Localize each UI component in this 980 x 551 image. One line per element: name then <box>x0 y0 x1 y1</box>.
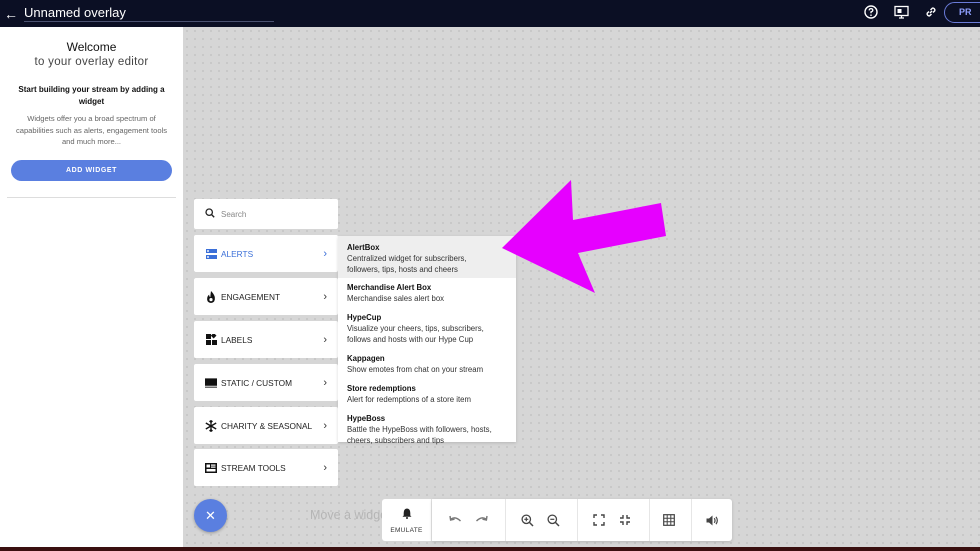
volume-icon[interactable] <box>703 511 721 529</box>
submenu-item-hypeboss[interactable]: HypeBoss Battle the HypeBoss with follow… <box>338 408 516 449</box>
submenu-item-desc: followers, tips, hosts and cheers <box>347 265 458 274</box>
toolbar-separator <box>505 499 506 541</box>
chevron-right-icon: › <box>323 333 327 346</box>
submenu-item-desc: follows and hosts with our Hype Cup <box>347 335 474 344</box>
top-bar: ← Unnamed overlay PR <box>0 0 980 27</box>
submenu-item-alertbox[interactable]: AlertBox Centralized widget for subscrib… <box>338 236 516 278</box>
chevron-right-icon: › <box>323 376 327 389</box>
submenu-item-desc: Centralized widget for subscribers, <box>347 254 467 263</box>
welcome-title: Welcome <box>66 40 117 54</box>
chevron-right-icon: › <box>323 419 327 432</box>
preview-button[interactable]: PR <box>944 2 980 23</box>
fullscreen-icon[interactable] <box>590 511 608 529</box>
left-panel: Welcome to your overlay editor Start bui… <box>0 27 183 547</box>
top-icons <box>862 3 940 21</box>
static-custom-icon <box>205 377 217 389</box>
submenu-item-kappagen[interactable]: Kappagen Show emotes from chat on your s… <box>338 348 516 378</box>
submenu-item-store-redemptions[interactable]: Store redemptions Alert for redemptions … <box>338 378 516 408</box>
category-label: ENGAGEMENT <box>221 291 281 302</box>
submenu-item-merchandise-alert-box[interactable]: Merchandise Alert Box Merchandise sales … <box>338 278 516 307</box>
divider <box>7 196 176 198</box>
link-icon[interactable] <box>922 3 940 21</box>
bottom-toolbar <box>432 499 732 541</box>
submenu-item-desc: Merchandise sales alert box <box>347 294 445 303</box>
start-building-text: Start building your stream by adding a w… <box>18 85 165 106</box>
category-alerts[interactable]: ALERTS › <box>194 235 338 272</box>
submenu-item-title: Store redemptions <box>347 384 416 393</box>
annotation-arrow-icon <box>502 180 666 293</box>
emulate-button[interactable]: EMULATE <box>382 499 432 541</box>
canvas-hint: Move a widget <box>310 508 382 522</box>
submenu-item-desc: cheers, subscribers and tips <box>347 436 445 445</box>
exit-fullscreen-icon[interactable] <box>616 511 634 529</box>
alerts-icon <box>205 248 217 260</box>
widgets-description: Widgets offer you a broad spectrum of ca… <box>15 114 168 146</box>
bottom-strip <box>0 547 980 551</box>
add-widget-button[interactable]: ADD WIDGET <box>11 159 172 181</box>
toolbar-separator <box>577 499 578 541</box>
snowflake-icon <box>205 419 217 432</box>
toolbar-separator <box>691 499 692 541</box>
close-icon: ✕ <box>205 507 216 523</box>
category-label: ALERTS <box>221 248 254 259</box>
submenu-item-title: Kappagen <box>347 354 385 363</box>
chevron-right-icon: › <box>323 290 327 303</box>
category-label: CHARITY & SEASONAL <box>221 420 313 431</box>
category-static-custom[interactable]: STATIC / CUSTOM › <box>194 364 338 401</box>
grid-icon[interactable] <box>660 511 678 529</box>
submenu-item-title: HypeCup <box>347 313 382 322</box>
category-charity-seasonal[interactable]: CHARITY & SEASONAL › <box>194 407 338 444</box>
category-label: STREAM TOOLS <box>221 462 286 473</box>
preview-screen-icon[interactable] <box>892 3 910 21</box>
toolbar-separator <box>649 499 650 541</box>
search-icon <box>205 205 215 223</box>
submenu-item-hypecup[interactable]: HypeCup Visualize your cheers, tips, sub… <box>338 307 516 348</box>
stream-tools-icon <box>205 462 217 474</box>
widget-search[interactable] <box>194 199 338 229</box>
submenu-item-desc: Show emotes from chat on your stream <box>347 365 484 374</box>
welcome-subtitle: to your overlay editor <box>34 56 149 68</box>
category-labels[interactable]: LABELS › <box>194 321 338 358</box>
help-icon[interactable] <box>862 3 880 21</box>
chevron-right-icon: › <box>323 461 327 474</box>
submenu-item-desc: Battle the HypeBoss with followers, host… <box>347 425 492 434</box>
submenu-item-title: HypeBoss <box>347 414 386 423</box>
bell-icon <box>402 506 412 524</box>
submenu-item-title: AlertBox <box>347 243 380 252</box>
category-engagement[interactable]: ENGAGEMENT › <box>194 278 338 315</box>
category-stream-tools[interactable]: STREAM TOOLS › <box>194 449 338 486</box>
zoom-out-icon[interactable] <box>544 511 562 529</box>
close-widget-menu-button[interactable]: ✕ <box>194 499 227 532</box>
undo-icon[interactable] <box>446 511 464 529</box>
submenu-item-desc: Alert for redemptions of a store item <box>347 395 471 404</box>
labels-icon <box>205 334 217 346</box>
back-arrow-icon[interactable]: ← <box>2 6 20 22</box>
chevron-right-icon: › <box>323 247 327 260</box>
category-label: STATIC / CUSTOM <box>221 377 292 388</box>
overlay-title-input[interactable]: Unnamed overlay <box>24 5 274 22</box>
emulate-label: EMULATE <box>390 527 423 534</box>
redo-icon[interactable] <box>472 511 490 529</box>
search-input[interactable] <box>221 209 321 219</box>
submenu-item-title: Merchandise Alert Box <box>347 283 432 292</box>
alerts-submenu: AlertBox Centralized widget for subscrib… <box>338 236 516 445</box>
submenu-item-desc: Visualize your cheers, tips, subscribers… <box>347 324 484 333</box>
category-label: LABELS <box>221 334 253 345</box>
flame-icon <box>205 290 217 303</box>
zoom-in-icon[interactable] <box>518 511 536 529</box>
